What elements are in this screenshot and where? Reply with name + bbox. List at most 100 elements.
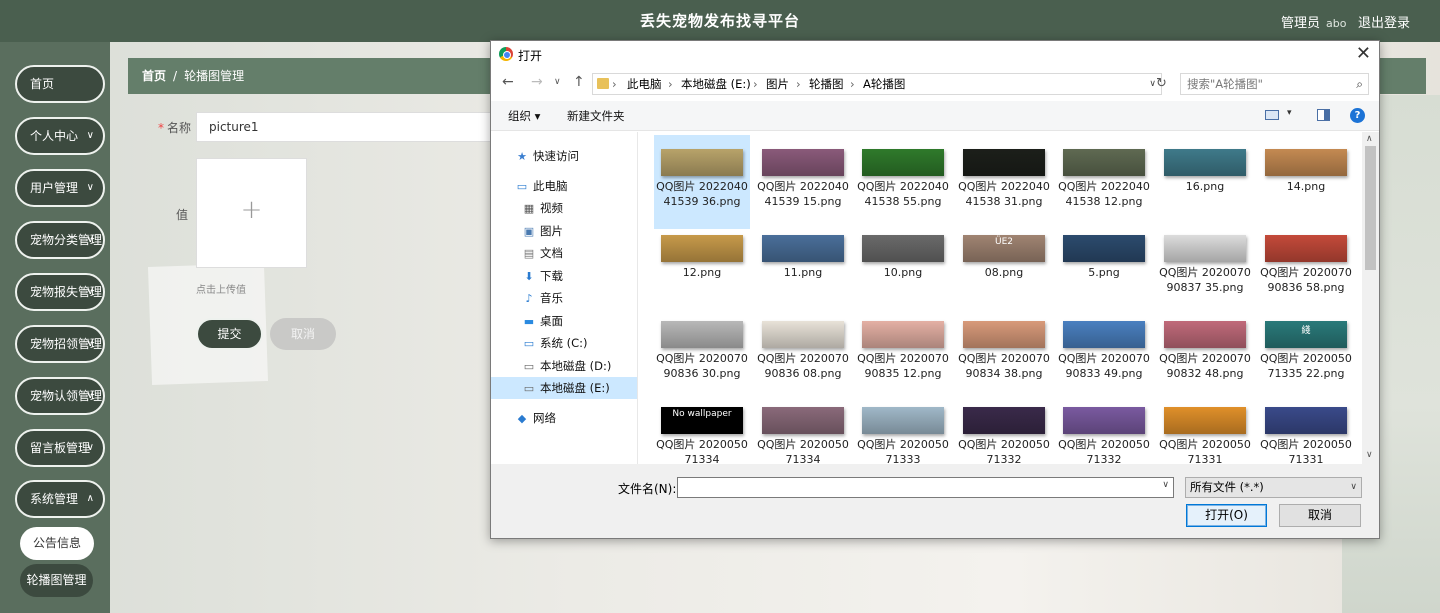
sidebar-subitem-notice[interactable]: 公告信息 xyxy=(20,527,94,560)
search-input[interactable]: 搜索"A轮播图" ⌕ xyxy=(1180,73,1369,95)
view-mode-icon[interactable] xyxy=(1265,110,1279,120)
file-item[interactable]: QQ图片 202005071331 xyxy=(1157,393,1253,464)
logout-link[interactable]: 退出登录 xyxy=(1358,12,1410,31)
breadcrumb-separator: / xyxy=(173,69,178,83)
file-name: QQ图片 202005071333 xyxy=(857,438,949,464)
scroll-up-icon[interactable]: ∧ xyxy=(1366,134,1373,144)
address-segment[interactable]: 本地磁盘 (E:) xyxy=(681,74,751,94)
scroll-down-icon[interactable]: ∨ xyxy=(1366,450,1373,460)
chevron-down-icon: ∨ xyxy=(86,338,94,349)
file-list-scrollbar[interactable]: ∧ ∨ xyxy=(1362,132,1379,464)
file-item[interactable]: 綫 QQ图片 202005071335 22.png xyxy=(1258,307,1354,401)
close-icon[interactable]: ✕ xyxy=(1356,43,1371,64)
address-segment[interactable]: 图片 xyxy=(766,74,789,94)
file-thumbnail xyxy=(1063,321,1145,348)
forward-arrow-icon[interactable]: → xyxy=(531,74,543,90)
chevron-down-icon[interactable]: ▾ xyxy=(1287,108,1292,118)
tree-item-videos[interactable]: ▦ 视频 xyxy=(522,197,563,219)
tree-item-documents[interactable]: ▤ 文档 xyxy=(522,242,563,264)
tree-item-pictures[interactable]: ▣ 图片 xyxy=(522,220,563,242)
chevron-down-icon[interactable]: ∨ xyxy=(1162,480,1169,490)
drive-icon: ▭ xyxy=(523,360,535,373)
file-item[interactable]: QQ图片 202005071333 xyxy=(855,393,951,464)
file-item[interactable]: 11.png xyxy=(755,221,851,315)
tree-item-drive-d[interactable]: ▭ 本地磁盘 (D:) xyxy=(522,355,612,377)
file-item[interactable]: QQ图片 202007090835 12.png xyxy=(855,307,951,401)
file-item[interactable]: ÜE2 08.png xyxy=(956,221,1052,315)
file-item[interactable]: 10.png xyxy=(855,221,951,315)
file-item[interactable]: QQ图片 202204041539 36.png xyxy=(654,135,750,229)
name-input[interactable]: picture1 xyxy=(196,112,506,142)
chevron-down-icon[interactable]: ∨ xyxy=(1149,74,1156,94)
sidebar-item-pet-claim[interactable]: 宠物认领管理 ∨ xyxy=(15,377,105,415)
sidebar-item-personal-center[interactable]: 个人中心 ∨ xyxy=(15,117,105,155)
filename-label: 文件名(N): xyxy=(618,482,677,496)
file-item[interactable]: QQ图片 202005071332 xyxy=(956,393,1052,464)
tree-item-network[interactable]: ◆ 网络 xyxy=(515,407,556,429)
sidebar-item-pet-found[interactable]: 宠物招领管理 ∨ xyxy=(15,325,105,363)
back-arrow-icon[interactable]: ← xyxy=(502,74,514,90)
tree-item-music[interactable]: ♪ 音乐 xyxy=(522,287,563,309)
file-name: 16.png xyxy=(1185,180,1225,193)
sidebar-item-user-management[interactable]: 用户管理 ∨ xyxy=(15,169,105,207)
sidebar-item-label: 系统管理 xyxy=(30,492,79,506)
file-item[interactable]: QQ图片 202007090836 30.png xyxy=(654,307,750,401)
preview-pane-icon[interactable] xyxy=(1317,109,1330,121)
file-item[interactable]: QQ图片 202007090834 38.png xyxy=(956,307,1052,401)
refresh-icon[interactable]: ↻ xyxy=(1156,76,1167,91)
address-separator: › xyxy=(612,77,617,91)
file-item[interactable]: 14.png xyxy=(1258,135,1354,229)
sidebar-item-system[interactable]: 系统管理 ∧ xyxy=(15,480,105,518)
file-item[interactable]: QQ图片 202204041538 55.png xyxy=(855,135,951,229)
help-icon[interactable]: ? xyxy=(1350,108,1365,123)
sidebar-item-message-board[interactable]: 留言板管理 ∨ xyxy=(15,429,105,467)
cancel-button[interactable]: 取消 xyxy=(270,318,336,350)
file-name: QQ图片 202007090834 38.png xyxy=(958,352,1050,380)
file-item[interactable]: QQ图片 202007090836 58.png xyxy=(1258,221,1354,315)
address-segment[interactable]: A轮播图 xyxy=(863,74,905,94)
file-item[interactable]: QQ图片 202007090836 08.png xyxy=(755,307,851,401)
file-item[interactable]: QQ图片 202007090832 48.png xyxy=(1157,307,1253,401)
filename-input[interactable]: ∨ xyxy=(677,477,1174,498)
open-button[interactable]: 打开(O) xyxy=(1186,504,1267,527)
organize-button[interactable]: 组织 ▾ xyxy=(508,108,540,124)
filetype-select[interactable]: 所有文件 (*.*) ∨ xyxy=(1185,477,1362,498)
file-name: QQ图片 202007090832 48.png xyxy=(1159,352,1251,380)
sidebar-item-pet-category[interactable]: 宠物分类管理 ∨ xyxy=(15,221,105,259)
sidebar-item-home[interactable]: 首页 xyxy=(15,65,105,103)
submit-button[interactable]: 提交 xyxy=(196,318,263,350)
file-item[interactable]: QQ图片 202204041539 15.png xyxy=(755,135,851,229)
sidebar-subitem-carousel[interactable]: 轮播图管理 xyxy=(20,564,93,597)
tree-item-drive-e[interactable]: ▭ 本地磁盘 (E:) xyxy=(491,377,637,399)
breadcrumb-home[interactable]: 首页 xyxy=(142,69,166,83)
file-item[interactable]: No wallpaper QQ图片 202005071334 xyxy=(654,393,750,464)
recent-locations-icon[interactable]: ∨ xyxy=(554,77,561,87)
star-icon: ★ xyxy=(517,150,527,163)
tree-item-this-pc[interactable]: ▭ 此电脑 xyxy=(515,175,568,197)
file-item[interactable]: QQ图片 202007090837 35.png xyxy=(1157,221,1253,315)
file-item[interactable]: QQ图片 202204041538 31.png xyxy=(956,135,1052,229)
new-folder-button[interactable]: 新建文件夹 xyxy=(567,108,625,124)
tree-item-desktop[interactable]: ▬ 桌面 xyxy=(522,310,563,332)
file-name: QQ图片 202005071334 xyxy=(757,438,849,464)
up-arrow-icon[interactable]: ↑ xyxy=(573,74,585,90)
file-item[interactable]: QQ图片 202204041538 12.png xyxy=(1056,135,1152,229)
sidebar-item-pet-lost[interactable]: 宠物报失管理 ∨ xyxy=(15,273,105,311)
dialog-cancel-button[interactable]: 取消 xyxy=(1279,504,1361,527)
scrollbar-thumb[interactable] xyxy=(1365,146,1376,270)
tree-item-drive-c[interactable]: ▭ 系统 (C:) xyxy=(522,332,588,354)
file-item[interactable]: 12.png xyxy=(654,221,750,315)
address-segment[interactable]: 轮播图 xyxy=(809,74,844,94)
file-item[interactable]: QQ图片 202007090833 49.png xyxy=(1056,307,1152,401)
file-item[interactable]: QQ图片 202005071331 xyxy=(1258,393,1354,464)
tree-item-quick-access[interactable]: ★ 快速访问 xyxy=(515,145,579,167)
file-item[interactable]: QQ图片 202005071334 xyxy=(755,393,851,464)
plus-icon: + xyxy=(240,195,263,225)
file-item[interactable]: 16.png xyxy=(1157,135,1253,229)
address-bar[interactable]: › 此电脑 › 本地磁盘 (E:) › 图片 › 轮播图 › A轮播图 ∨ xyxy=(592,73,1162,95)
image-uploader[interactable]: + xyxy=(196,158,307,268)
file-item[interactable]: QQ图片 202005071332 xyxy=(1056,393,1152,464)
tree-item-downloads[interactable]: ⬇ 下载 xyxy=(522,265,563,287)
address-segment[interactable]: 此电脑 xyxy=(627,74,662,94)
file-item[interactable]: 5.png xyxy=(1056,221,1152,315)
